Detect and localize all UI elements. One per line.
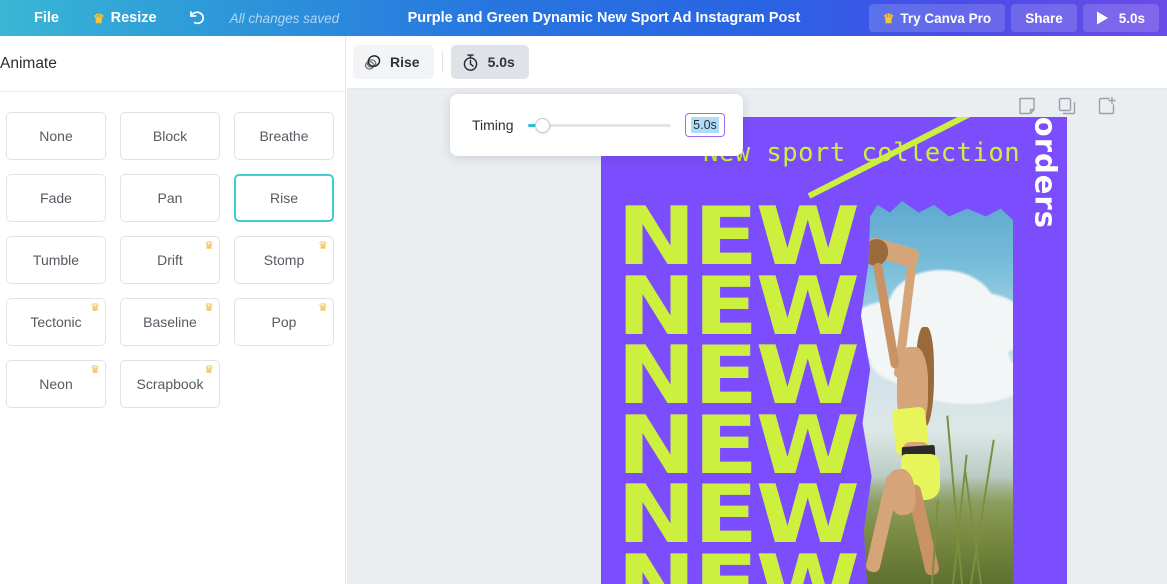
file-menu-button[interactable]: File xyxy=(0,0,79,36)
stopwatch-icon xyxy=(461,53,480,72)
animation-option-drift[interactable]: Drift ♛ xyxy=(120,236,220,284)
animate-sidebar: Animate None Block Breathe Fade Pan Rise Tumbl… xyxy=(0,36,346,584)
animation-option-rise[interactable]: Rise xyxy=(234,174,334,222)
crown-icon: ♛ xyxy=(318,303,328,314)
repeated-word-stack[interactable]: NEWNEWNEWNEWNEWNEW xyxy=(617,202,821,584)
toolbar-divider xyxy=(442,51,443,73)
file-menu-label: File xyxy=(34,10,59,26)
crown-icon: ♛ xyxy=(204,303,214,314)
sidebar-header: Animate xyxy=(0,36,345,92)
page-title: Animate xyxy=(0,55,57,73)
resize-label: Resize xyxy=(111,10,157,26)
animation-option-label: Pan xyxy=(158,190,183,206)
share-label: Share xyxy=(1025,11,1063,26)
headline-text[interactable]: New sport collection xyxy=(703,138,1020,168)
animation-option-tumble[interactable]: Tumble xyxy=(6,236,106,284)
timing-value-label: 5.0s xyxy=(488,54,515,70)
animation-option-baseline[interactable]: Baseline ♛ xyxy=(120,298,220,346)
timing-input-value: 5.0s xyxy=(691,117,719,133)
resize-button[interactable]: ♛ Resize xyxy=(79,0,171,36)
duplicate-page-icon[interactable] xyxy=(1057,96,1077,116)
save-status: All changes saved xyxy=(224,11,340,26)
crown-icon: ♛ xyxy=(93,12,105,25)
add-page-icon[interactable] xyxy=(1097,96,1117,116)
timing-label: Timing xyxy=(472,117,514,133)
play-triangle-icon xyxy=(1095,10,1110,26)
offer-text[interactable]: 10% off on orders xyxy=(1029,117,1063,229)
animation-option-breathe[interactable]: Breathe xyxy=(234,112,334,160)
animation-option-tectonic[interactable]: Tectonic ♛ xyxy=(6,298,106,346)
design-canvas[interactable]: New sport collection NEWNEWNEWNEWNEWNEW xyxy=(601,117,1067,584)
timing-button[interactable]: 5.0s xyxy=(451,45,529,79)
animation-option-neon[interactable]: Neon ♛ xyxy=(6,360,106,408)
crown-icon: ♛ xyxy=(318,241,328,252)
present-play-button[interactable]: 5.0s xyxy=(1083,4,1159,32)
animation-option-label: Block xyxy=(153,128,187,144)
animation-option-label: Baseline xyxy=(143,314,197,330)
undo-button[interactable] xyxy=(171,0,224,36)
play-duration-label: 5.0s xyxy=(1119,11,1145,26)
animation-option-fade[interactable]: Fade xyxy=(6,174,106,222)
animation-toolbar: Rise 5.0s xyxy=(347,36,1167,89)
animation-option-label: Tectonic xyxy=(30,314,81,330)
animation-option-label: Drift xyxy=(157,252,183,268)
animation-option-label: Scrapbook xyxy=(137,376,204,392)
top-right-actions: ♛ Try Canva Pro Share 5.0s xyxy=(869,0,1167,36)
try-canva-pro-label: Try Canva Pro xyxy=(900,11,991,26)
timing-popover: Timing 5.0s xyxy=(450,94,743,156)
try-canva-pro-button[interactable]: ♛ Try Canva Pro xyxy=(869,4,1005,32)
athlete-photo[interactable] xyxy=(861,201,1013,584)
animation-option-scrapbook[interactable]: Scrapbook♛ xyxy=(120,360,220,408)
animation-option-pop[interactable]: Pop ♛ xyxy=(234,298,334,346)
share-button[interactable]: Share xyxy=(1011,4,1077,32)
animation-option-label: Breathe xyxy=(259,128,308,144)
top-toolbar: File ♛ Resize All changes saved Purple a… xyxy=(0,0,1167,36)
editor-area: New sport collection NEWNEWNEWNEWNEWNEW xyxy=(347,36,1167,584)
animation-option-label: Fade xyxy=(40,190,72,206)
timing-input[interactable]: 5.0s xyxy=(685,113,725,137)
animation-type-label: Rise xyxy=(390,54,420,70)
crown-icon: ♛ xyxy=(204,241,214,252)
repeated-word: NEW xyxy=(617,550,858,584)
crown-icon: ♛ xyxy=(90,365,100,376)
crown-icon: ♛ xyxy=(90,303,100,314)
animation-option-label: None xyxy=(39,128,72,144)
notes-page-icon[interactable] xyxy=(1017,96,1037,116)
timing-slider[interactable] xyxy=(528,116,672,134)
animation-option-none[interactable]: None xyxy=(6,112,106,160)
animation-option-label: Tumble xyxy=(33,252,79,268)
animation-options-grid: NoneBlockBreatheFadePanRiseTumbleDrift♛S… xyxy=(0,92,345,408)
animation-stack-icon xyxy=(363,53,382,72)
animation-option-stomp[interactable]: Stomp ♛ xyxy=(234,236,334,284)
animation-option-label: Neon xyxy=(39,376,72,392)
page-action-icons xyxy=(1017,96,1117,116)
animation-option-label: Stomp xyxy=(264,252,304,268)
undo-arrow-icon xyxy=(187,9,208,27)
animation-option-label: Pop xyxy=(272,314,297,330)
animation-option-label: Rise xyxy=(270,190,298,206)
animation-option-pan[interactable]: Pan xyxy=(120,174,220,222)
crown-icon: ♛ xyxy=(204,365,214,376)
crown-icon: ♛ xyxy=(883,12,895,25)
animation-type-button[interactable]: Rise xyxy=(353,45,434,79)
slider-thumb[interactable] xyxy=(535,118,550,133)
animation-option-block[interactable]: Block xyxy=(120,112,220,160)
document-title[interactable]: Purple and Green Dynamic New Sport Ad In… xyxy=(339,10,869,26)
